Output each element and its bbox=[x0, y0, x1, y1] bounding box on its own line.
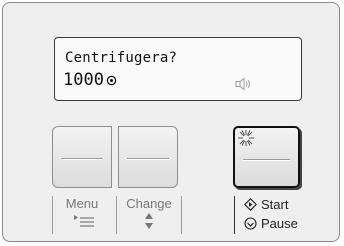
display-prompt: Centrifugera? bbox=[65, 50, 178, 66]
change-label: Change bbox=[126, 196, 172, 211]
button-groove bbox=[127, 158, 169, 160]
menu-label: Menu bbox=[65, 196, 99, 211]
speaker-icon bbox=[235, 77, 250, 91]
label-divider bbox=[116, 196, 117, 234]
menu-button[interactable] bbox=[52, 126, 112, 188]
blinking-led-icon bbox=[238, 130, 254, 146]
pause-label: Pause bbox=[261, 216, 298, 231]
button-groove bbox=[243, 159, 290, 161]
start-label-row: Start bbox=[244, 197, 288, 212]
start-pause-button[interactable] bbox=[233, 126, 300, 188]
lcd-display: Centrifugera? 1000 bbox=[54, 37, 302, 101]
pause-label-row: Pause bbox=[244, 216, 298, 231]
button-groove bbox=[61, 158, 103, 160]
spin-speed-value: 1000 bbox=[63, 70, 104, 90]
spin-speed-readout: 1000 bbox=[63, 70, 117, 90]
spin-symbol-icon bbox=[106, 75, 117, 85]
up-down-arrows-icon bbox=[145, 213, 153, 229]
change-button[interactable] bbox=[118, 126, 178, 188]
label-divider bbox=[52, 196, 53, 234]
label-divider bbox=[234, 196, 235, 234]
circle-check-icon bbox=[244, 217, 257, 230]
diamond-arrow-icon bbox=[244, 198, 257, 211]
label-divider bbox=[181, 196, 182, 234]
menu-arrow-icon bbox=[74, 215, 94, 227]
start-label: Start bbox=[261, 197, 289, 212]
